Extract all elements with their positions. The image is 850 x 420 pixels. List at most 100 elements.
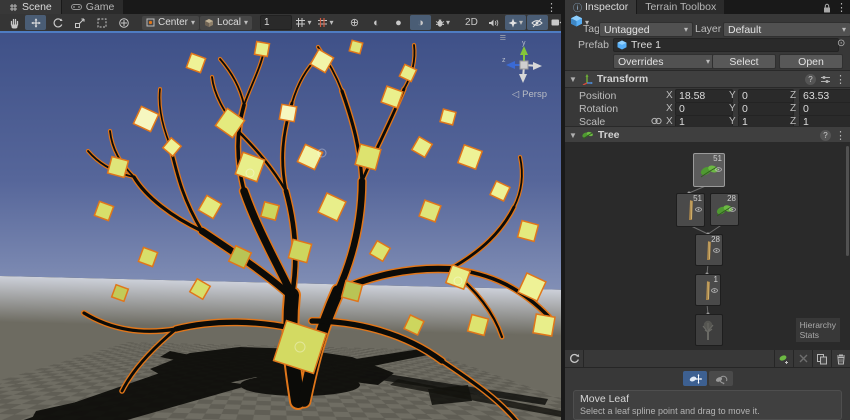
prefab-select-button[interactable]: Select xyxy=(712,54,776,69)
2d-mode-button[interactable]: 2D xyxy=(461,15,482,30)
foldout-icon[interactable]: ▼ xyxy=(569,75,577,84)
draw-mode-wireframe-button[interactable]: ⊕ xyxy=(344,15,365,30)
duplicate-node-button[interactable] xyxy=(812,350,831,367)
help-icon[interactable]: ? xyxy=(805,74,816,85)
move-leaf-icon xyxy=(688,373,702,385)
wireframe-sphere-icon: ⊕ xyxy=(350,16,359,29)
tool-help-box: Move Leaf Select a leaf spline point and… xyxy=(573,390,842,420)
scale-tool-button[interactable] xyxy=(69,15,90,30)
delete-node-button[interactable] xyxy=(831,350,850,367)
add-branch-group-button-disabled[interactable] xyxy=(793,350,812,367)
component-menu-icon[interactable]: ⋮ xyxy=(835,129,846,142)
scene-tabbar: Scene Game ⋮ xyxy=(0,0,561,14)
effects-toggle-button[interactable]: ▾ xyxy=(505,15,526,30)
tree-hierarchy-editor[interactable]: 51 51 28 28 1 Hierarchy xyxy=(565,142,850,351)
layer-dropdown[interactable]: Default ▾ xyxy=(723,22,850,37)
grid-snap-button[interactable]: ▾ xyxy=(293,15,314,30)
rotate-tool-button[interactable] xyxy=(47,15,68,30)
tree-node-leaf-group[interactable]: 28 xyxy=(710,193,739,226)
visibility-icon[interactable] xyxy=(715,167,722,172)
orientation-gizmo[interactable]: y z xyxy=(497,38,551,92)
tab-inspector-label: Inspector xyxy=(585,1,628,13)
position-z-field[interactable]: 63.53 xyxy=(799,89,850,103)
rect-tool-button[interactable] xyxy=(91,15,112,30)
visibility-icon[interactable] xyxy=(729,207,736,212)
inspector-menu-icon[interactable]: ⋮ xyxy=(836,1,847,14)
draw-mode-shaded-wire-button[interactable]: ◐ xyxy=(366,15,387,30)
constrain-proportions-icon[interactable] xyxy=(651,117,662,125)
prefab-label: Prefab xyxy=(578,39,609,51)
add-leaf-group-button[interactable] xyxy=(774,350,793,367)
scene-toolbar: Center ▾ Local ▾ ▾ ▾ ⊕ ◐ ● ◑ xyxy=(0,14,561,31)
help-icon[interactable]: ? xyxy=(820,130,831,141)
move-icon xyxy=(30,17,42,29)
handle-space-label: Local xyxy=(217,17,241,28)
open-button-label: Open xyxy=(798,56,824,68)
audio-toggle-button[interactable] xyxy=(483,15,504,30)
prefab-object-field[interactable]: Tree 1 xyxy=(613,38,839,52)
overrides-dropdown[interactable]: Overrides ▾ xyxy=(613,54,715,69)
tab-game[interactable]: Game xyxy=(62,0,124,14)
scene-grid-icon xyxy=(9,3,18,12)
visibility-icon[interactable] xyxy=(695,207,702,212)
tree-leaf-icon xyxy=(581,129,594,141)
tab-terrain-toolbox[interactable]: Terrain Toolbox xyxy=(637,0,724,14)
handle-space-dropdown[interactable]: Local ▾ xyxy=(200,16,252,30)
prefab-open-button[interactable]: Open xyxy=(779,54,843,69)
increment-snap-button[interactable]: ▾ xyxy=(315,15,336,30)
half-sphere-icon: ◐ xyxy=(373,17,380,29)
tree-object[interactable] xyxy=(0,33,561,420)
snap-increment-input[interactable] xyxy=(260,15,292,30)
tree-editor-scrollbar[interactable] xyxy=(846,146,849,256)
move-tool-button[interactable] xyxy=(25,15,46,30)
dropdown-arrow-icon: ▾ xyxy=(519,18,523,27)
axis-z-label: Z xyxy=(790,103,796,114)
tab-inspector[interactable]: ⓘ Inspector xyxy=(565,0,636,14)
scene-lighting-button[interactable]: ◑ xyxy=(410,15,431,30)
rotation-x-field[interactable]: 0 xyxy=(675,102,733,116)
component-menu-icon[interactable]: ⋮ xyxy=(835,73,846,86)
unity-editor: Scene Game ⋮ xyxy=(0,0,850,420)
lock-icon[interactable] xyxy=(823,3,831,13)
tree-node-branch-group[interactable]: 51 xyxy=(676,193,705,227)
rotate-leaf-icon xyxy=(714,373,728,385)
tab-scene[interactable]: Scene xyxy=(0,0,61,14)
transform-header[interactable]: ▼ Transform ? ⋮ xyxy=(565,70,850,88)
rotate-leaf-toggle[interactable] xyxy=(709,371,733,386)
position-y-field[interactable]: 0 xyxy=(738,89,794,103)
transform-tool-button[interactable] xyxy=(113,15,134,30)
tab-game-label: Game xyxy=(86,1,115,13)
grid-snap-icon xyxy=(295,17,306,28)
hand-tool-button[interactable] xyxy=(3,15,24,30)
gameobject-prefab-icon[interactable] xyxy=(570,15,583,27)
visibility-icon[interactable] xyxy=(711,288,718,293)
inspector-panel: ⓘ Inspector Terrain Toolbox ⋮ ▾ Tag Unta… xyxy=(565,0,850,420)
refresh-button[interactable] xyxy=(565,350,584,367)
sparkle-icon xyxy=(508,18,518,28)
presets-icon[interactable] xyxy=(820,75,831,84)
draw-mode-shaded-button[interactable]: ● xyxy=(388,15,409,30)
scene-window-menu-icon[interactable]: ⋮ xyxy=(546,1,557,14)
scene-window: Scene Game ⋮ xyxy=(0,0,561,420)
tree-node-root[interactable] xyxy=(695,314,723,346)
debug-draw-button[interactable]: ▾ xyxy=(432,15,453,30)
rotation-z-field[interactable]: 0 xyxy=(799,102,850,116)
tag-dropdown[interactable]: Untagged ▾ xyxy=(599,22,693,37)
rotation-y-field[interactable]: 0 xyxy=(738,102,794,116)
prefab-pick-icon[interactable]: ⊙ xyxy=(837,38,845,49)
cube-icon xyxy=(204,18,214,28)
position-x-field[interactable]: 18.58 xyxy=(675,89,733,103)
foldout-icon[interactable]: ▼ xyxy=(569,131,577,140)
tree-node-leaf-group[interactable]: 51 xyxy=(693,153,725,187)
tree-node-branch-group[interactable]: 28 xyxy=(695,234,723,266)
projection-toggle[interactable]: ◁ Persp xyxy=(512,89,547,100)
prefab-name: Tree 1 xyxy=(631,39,661,51)
scene-viewport[interactable]: ≡ y z ◁ Persp xyxy=(0,31,561,420)
visibility-icon[interactable] xyxy=(713,248,720,253)
move-leaf-toggle[interactable] xyxy=(683,371,707,386)
tree-node-branch-group[interactable]: 1 xyxy=(695,274,721,306)
leaf-tool-toggles xyxy=(565,371,850,387)
pivot-mode-dropdown[interactable]: Center ▾ xyxy=(142,16,199,30)
dropdown-arrow-icon: ▾ xyxy=(706,57,710,66)
hidden-objects-button[interactable] xyxy=(527,15,548,30)
